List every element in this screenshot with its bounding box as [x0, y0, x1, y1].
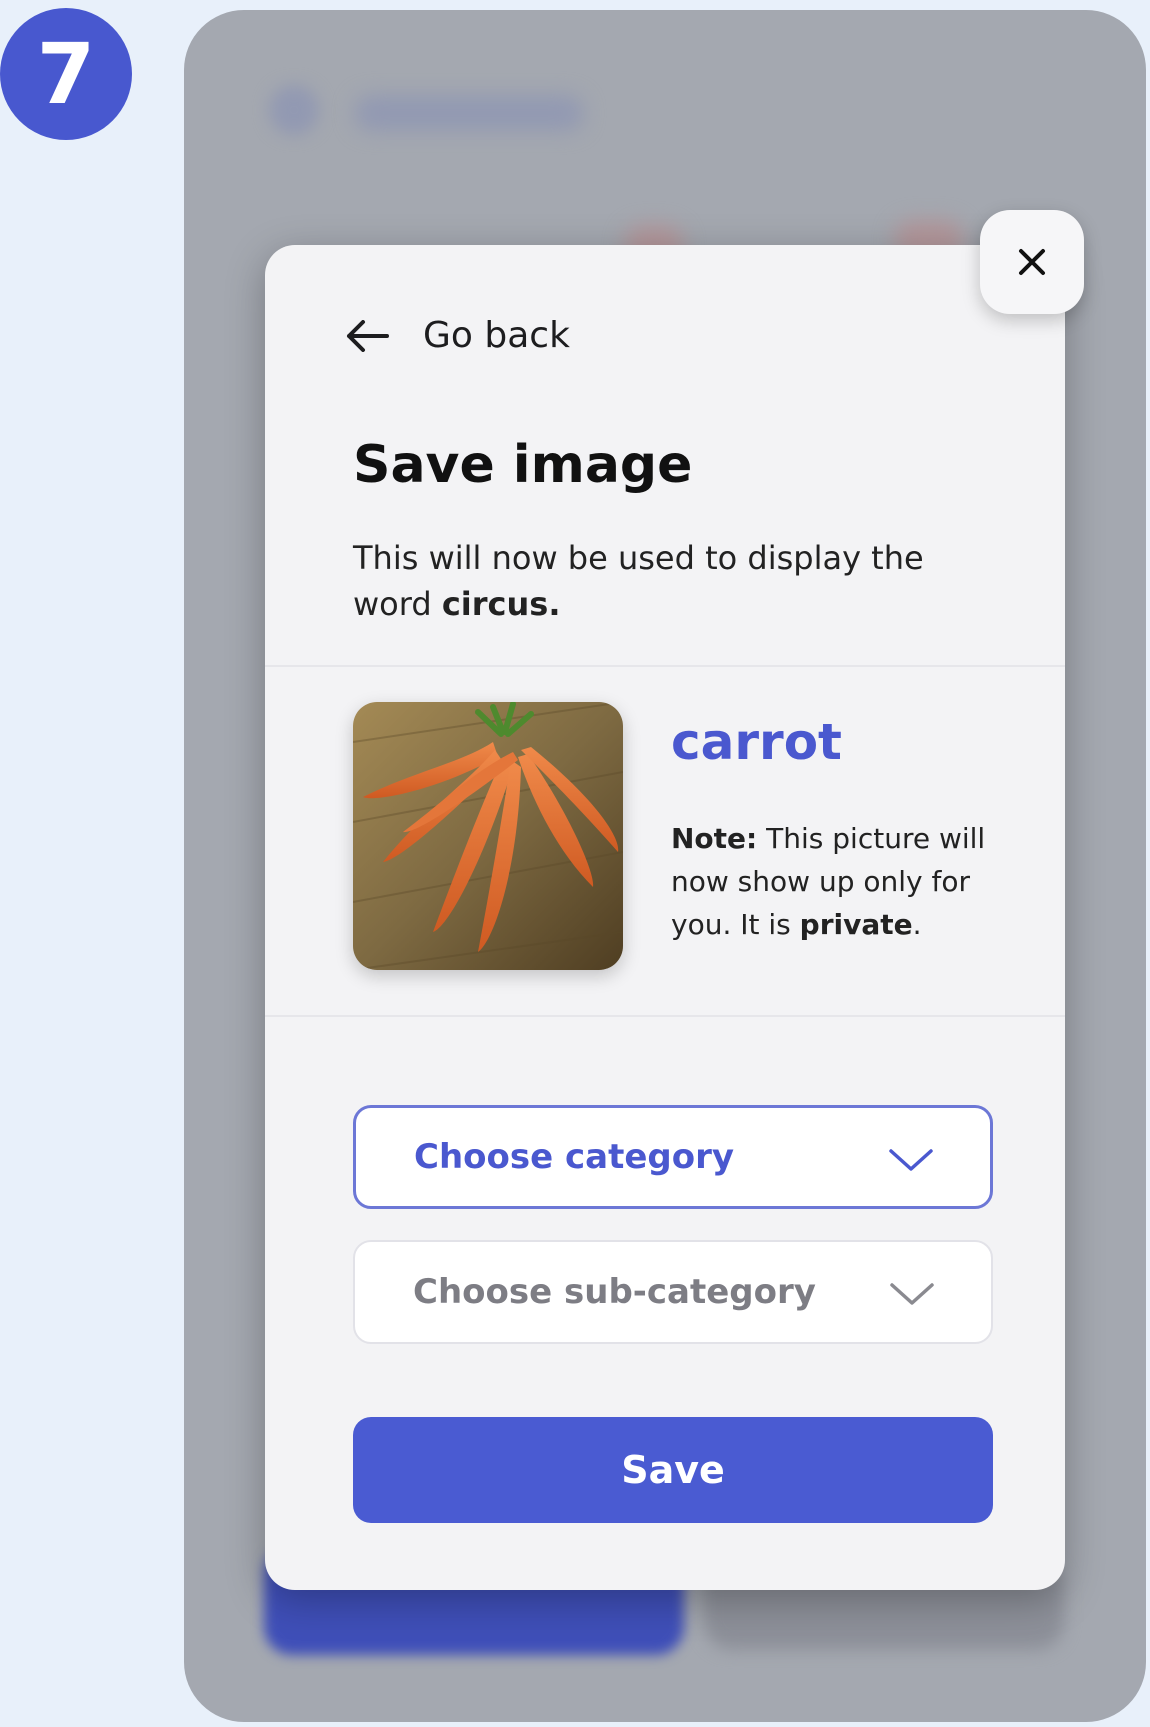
- note-emphasis: private: [799, 908, 913, 941]
- dialog-title: Save image: [353, 435, 693, 495]
- go-back-button[interactable]: Go back: [345, 315, 570, 356]
- chevron-down-icon: [889, 1149, 933, 1171]
- chevron-down-icon: [890, 1283, 934, 1305]
- divider: [265, 665, 1065, 667]
- save-button[interactable]: Save: [353, 1417, 993, 1523]
- step-number-badge: 7: [0, 8, 132, 140]
- note-end: .: [912, 908, 922, 941]
- divider: [265, 1015, 1065, 1017]
- arrow-left-icon: [347, 319, 389, 352]
- subcategory-select[interactable]: Choose sub-category: [353, 1240, 993, 1344]
- save-image-dialog: Go back Save image This will now be used…: [265, 245, 1065, 1590]
- carrot-image: [353, 702, 623, 970]
- category-select-label: Choose category: [414, 1137, 735, 1177]
- note-label: Note:: [671, 822, 758, 855]
- description-text: This will now be used to display the wor…: [353, 539, 924, 623]
- image-word: carrot: [671, 713, 842, 771]
- blurred-avatar: [269, 85, 319, 135]
- subcategory-select-label: Choose sub-category: [413, 1272, 816, 1312]
- privacy-note: Note: This picture will now show up only…: [671, 817, 1011, 946]
- step-number: 7: [36, 25, 96, 123]
- dialog-description: This will now be used to display the wor…: [353, 535, 973, 627]
- description-word: circus.: [441, 585, 561, 623]
- close-icon: [1019, 249, 1045, 275]
- blurred-title: [354, 95, 584, 131]
- close-button[interactable]: [980, 210, 1084, 314]
- go-back-label: Go back: [423, 315, 570, 356]
- category-select[interactable]: Choose category: [353, 1105, 993, 1209]
